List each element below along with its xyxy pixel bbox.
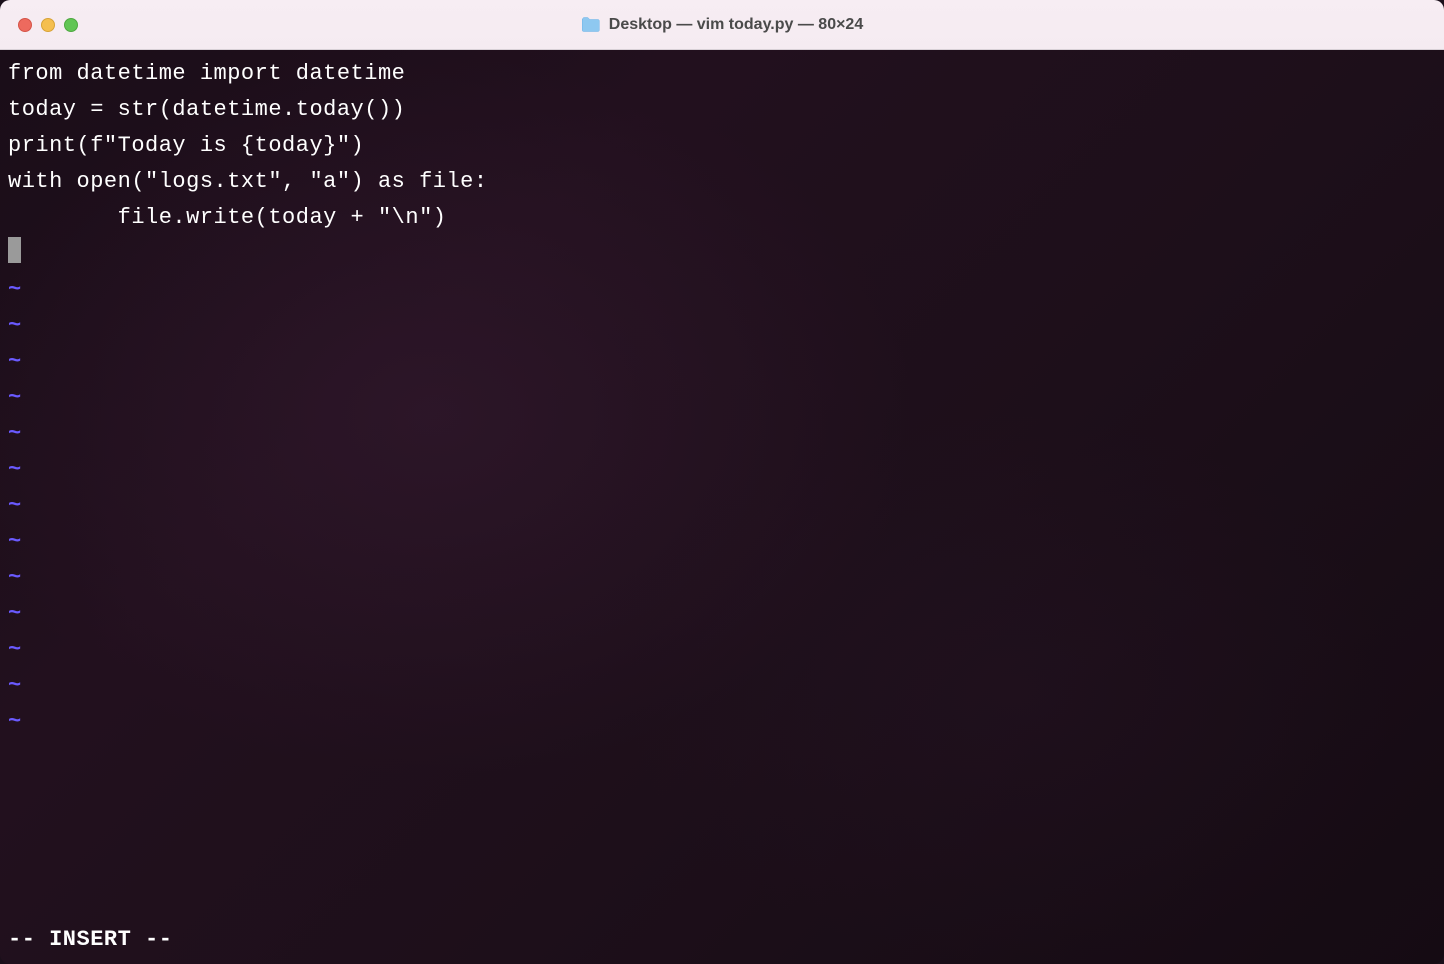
empty-line-tilde: ~ (8, 668, 1436, 704)
empty-line-tilde: ~ (8, 632, 1436, 668)
empty-line-tilde: ~ (8, 416, 1436, 452)
empty-line-tilde: ~ (8, 452, 1436, 488)
terminal-window: Desktop — vim today.py — 80×24 from date… (0, 0, 1444, 964)
vim-mode-status: -- INSERT -- (8, 922, 172, 958)
empty-line-tilde: ~ (8, 344, 1436, 380)
maximize-button[interactable] (64, 18, 78, 32)
window-title: Desktop — vim today.py — 80×24 (581, 16, 863, 34)
code-line: from datetime import datetime (8, 56, 1436, 92)
titlebar[interactable]: Desktop — vim today.py — 80×24 (0, 0, 1444, 50)
empty-line-tilde: ~ (8, 524, 1436, 560)
code-line: with open("logs.txt", "a") as file: (8, 164, 1436, 200)
terminal-editor-area[interactable]: from datetime import datetime today = st… (0, 50, 1444, 964)
empty-line-tilde: ~ (8, 308, 1436, 344)
empty-line-tilde: ~ (8, 704, 1436, 740)
code-line: print(f"Today is {today}") (8, 128, 1436, 164)
empty-line-tilde: ~ (8, 560, 1436, 596)
traffic-lights (18, 18, 78, 32)
cursor-line (8, 236, 1436, 272)
close-button[interactable] (18, 18, 32, 32)
minimize-button[interactable] (41, 18, 55, 32)
folder-icon (581, 17, 601, 33)
empty-line-tilde: ~ (8, 596, 1436, 632)
empty-line-tilde: ~ (8, 380, 1436, 416)
cursor-icon (8, 237, 21, 263)
empty-line-tilde: ~ (8, 272, 1436, 308)
code-line: today = str(datetime.today()) (8, 92, 1436, 128)
empty-line-tilde: ~ (8, 488, 1436, 524)
window-title-text: Desktop — vim today.py — 80×24 (609, 16, 863, 34)
code-line: file.write(today + "\n") (8, 200, 1436, 236)
